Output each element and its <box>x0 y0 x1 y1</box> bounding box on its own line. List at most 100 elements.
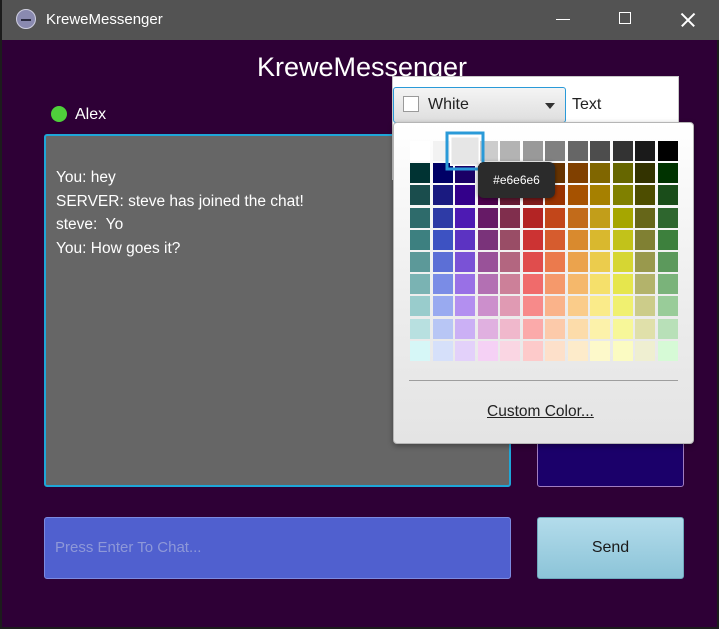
color-swatch[interactable] <box>590 163 610 184</box>
color-swatch[interactable] <box>410 274 430 295</box>
color-swatch[interactable] <box>590 318 610 339</box>
color-swatch[interactable] <box>522 207 543 228</box>
color-swatch[interactable] <box>635 296 655 317</box>
color-swatch[interactable] <box>657 251 678 272</box>
color-swatch[interactable] <box>432 251 453 272</box>
color-swatch[interactable] <box>432 163 453 184</box>
color-swatch[interactable] <box>612 274 633 295</box>
send-button[interactable]: Send <box>537 517 684 579</box>
color-swatch[interactable] <box>455 274 475 295</box>
color-swatch[interactable] <box>410 318 430 339</box>
color-swatch[interactable] <box>455 229 475 250</box>
color-swatch[interactable] <box>545 251 565 272</box>
color-swatch[interactable] <box>657 207 678 228</box>
color-swatch[interactable] <box>477 207 498 228</box>
color-swatch[interactable] <box>432 229 453 250</box>
color-swatch[interactable] <box>545 318 565 339</box>
color-swatch[interactable] <box>635 251 655 272</box>
color-swatch[interactable] <box>612 251 633 272</box>
close-button[interactable] <box>664 0 710 40</box>
color-swatch[interactable] <box>410 185 430 206</box>
color-swatch[interactable] <box>612 207 633 228</box>
color-swatch[interactable] <box>567 251 588 272</box>
color-swatch[interactable] <box>522 141 543 161</box>
color-swatch[interactable] <box>410 163 430 184</box>
color-swatch[interactable] <box>455 340 475 361</box>
color-swatch[interactable] <box>545 340 565 361</box>
color-swatch[interactable] <box>635 229 655 250</box>
custom-color-link[interactable]: Custom Color... <box>487 403 594 421</box>
color-swatch[interactable] <box>590 207 610 228</box>
color-swatch[interactable] <box>410 340 430 361</box>
color-swatch[interactable] <box>635 274 655 295</box>
color-swatch[interactable] <box>590 340 610 361</box>
color-swatch[interactable] <box>590 251 610 272</box>
color-swatch[interactable] <box>410 229 430 250</box>
color-swatch[interactable] <box>590 185 610 206</box>
color-swatch[interactable] <box>567 163 588 184</box>
color-swatch[interactable] <box>455 318 475 339</box>
color-swatch[interactable] <box>567 207 588 228</box>
color-swatch[interactable] <box>635 163 655 184</box>
color-dropdown[interactable]: White <box>393 87 566 123</box>
color-swatch[interactable] <box>612 229 633 250</box>
color-swatch[interactable] <box>500 318 520 339</box>
color-swatch[interactable] <box>477 274 498 295</box>
color-swatch[interactable] <box>500 340 520 361</box>
color-swatch[interactable] <box>522 340 543 361</box>
color-swatch[interactable] <box>590 274 610 295</box>
color-swatch[interactable] <box>500 274 520 295</box>
color-swatch[interactable] <box>612 163 633 184</box>
color-swatch[interactable] <box>657 274 678 295</box>
color-swatch[interactable] <box>590 296 610 317</box>
color-swatch[interactable] <box>612 141 633 161</box>
color-swatch[interactable] <box>522 251 543 272</box>
color-swatch[interactable] <box>545 274 565 295</box>
color-swatch[interactable] <box>657 141 678 161</box>
color-swatch[interactable] <box>567 185 588 206</box>
color-swatch[interactable] <box>612 340 633 361</box>
color-swatch[interactable] <box>410 296 430 317</box>
color-swatch[interactable] <box>455 296 475 317</box>
color-swatch[interactable] <box>410 251 430 272</box>
color-swatch[interactable] <box>567 340 588 361</box>
color-swatch[interactable] <box>545 296 565 317</box>
color-swatch[interactable] <box>500 141 520 161</box>
color-swatch[interactable] <box>410 207 430 228</box>
color-swatch[interactable] <box>477 318 498 339</box>
color-swatch[interactable] <box>635 141 655 161</box>
color-swatch[interactable] <box>455 251 475 272</box>
color-swatch[interactable] <box>545 141 565 161</box>
minimize-button[interactable] <box>540 0 586 40</box>
color-swatch[interactable] <box>657 318 678 339</box>
color-swatch[interactable] <box>477 251 498 272</box>
color-swatch[interactable] <box>477 296 498 317</box>
color-swatch[interactable] <box>500 251 520 272</box>
color-swatch[interactable] <box>432 207 453 228</box>
color-swatch[interactable] <box>522 274 543 295</box>
color-swatch[interactable] <box>500 207 520 228</box>
color-swatch[interactable] <box>657 229 678 250</box>
chat-input[interactable]: Press Enter To Chat... <box>44 517 511 579</box>
color-swatch[interactable] <box>500 229 520 250</box>
color-swatch[interactable] <box>545 207 565 228</box>
color-swatch[interactable] <box>567 296 588 317</box>
color-swatch[interactable] <box>567 141 588 161</box>
color-swatch[interactable] <box>410 141 430 161</box>
color-swatch[interactable] <box>500 296 520 317</box>
color-swatch[interactable] <box>567 274 588 295</box>
color-swatch[interactable] <box>432 274 453 295</box>
color-swatch[interactable] <box>545 229 565 250</box>
color-swatch[interactable] <box>635 185 655 206</box>
color-swatch[interactable] <box>477 229 498 250</box>
color-swatch[interactable] <box>522 296 543 317</box>
color-swatch[interactable] <box>477 340 498 361</box>
color-swatch[interactable] <box>445 131 485 171</box>
color-swatch[interactable] <box>590 229 610 250</box>
color-swatch[interactable] <box>432 185 453 206</box>
color-swatch[interactable] <box>455 185 475 206</box>
color-swatch[interactable] <box>522 318 543 339</box>
color-swatch[interactable] <box>657 163 678 184</box>
color-swatch[interactable] <box>455 163 475 184</box>
color-swatch[interactable] <box>612 185 633 206</box>
